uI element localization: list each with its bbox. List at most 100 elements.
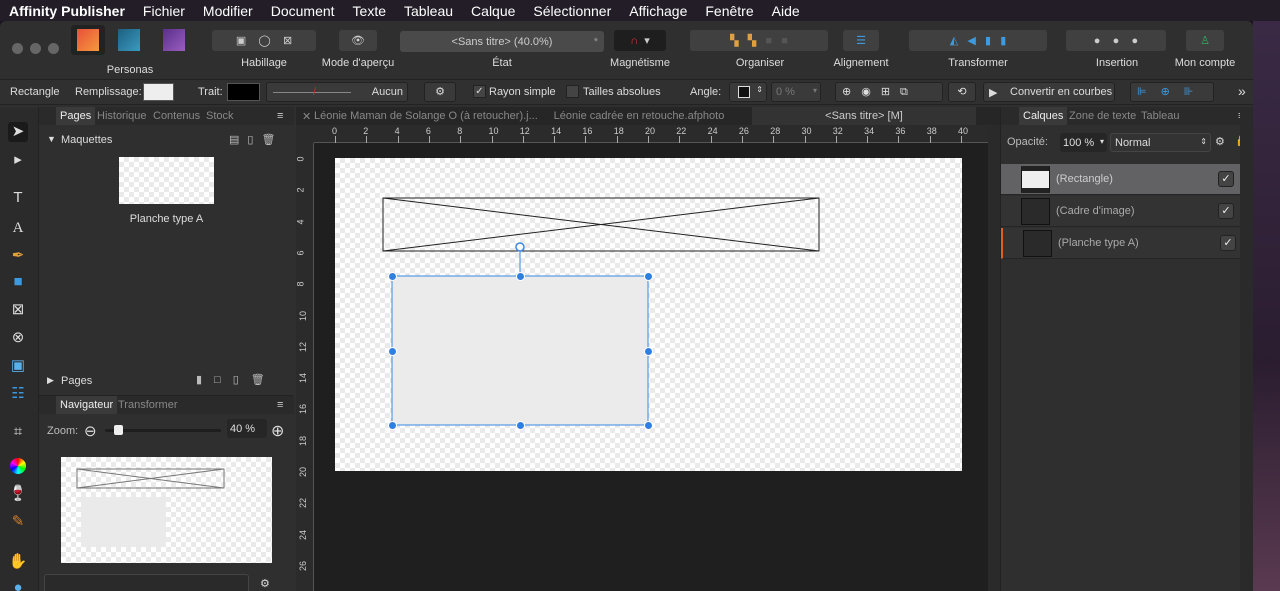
tab-historique[interactable]: Historique xyxy=(97,107,147,125)
panel-menu-icon[interactable]: ≡ xyxy=(277,107,283,125)
place-image-tool-icon[interactable]: ▣ xyxy=(8,356,28,376)
blend-mode-select[interactable]: Normal ⇕ xyxy=(1110,133,1211,152)
tab-transformer[interactable]: Transformer xyxy=(118,396,178,414)
align-buttons[interactable]: ⊫⊕⊪ xyxy=(1130,82,1214,102)
tab-calques[interactable]: Calques xyxy=(1019,107,1068,125)
spread-select[interactable] xyxy=(44,574,249,591)
move-tool-icon[interactable]: ➤ xyxy=(8,122,28,142)
menu-fichier[interactable]: Fichier xyxy=(143,3,185,19)
panel-scrollbar[interactable] xyxy=(1240,107,1253,591)
zoom-slider[interactable] xyxy=(105,425,221,435)
persona-publisher[interactable] xyxy=(71,25,105,55)
align-button[interactable]: ☰ xyxy=(843,30,879,51)
master-actions[interactable]: ▤▯🗑 xyxy=(229,133,283,146)
zoom-in-icon[interactable]: ⊕ xyxy=(271,421,284,441)
menu-document[interactable]: Document xyxy=(271,3,335,19)
snapping-button[interactable]: ∩ ▾ xyxy=(614,30,666,51)
transform-origin-buttons[interactable]: ⊕◉⊞⧉ xyxy=(835,82,943,102)
hand-tool-icon[interactable]: ✋ xyxy=(8,552,28,572)
vertical-ruler[interactable]: 0 2 4 6 8 10 12 14 16 18 20 22 24 26 xyxy=(296,143,314,591)
state-field[interactable]: <Sans titre> (40.0%) * xyxy=(400,31,604,52)
crop-tool-icon[interactable]: ⌗ xyxy=(8,422,28,442)
artistic-text-tool-icon[interactable]: A xyxy=(8,218,28,238)
menu-selectionner[interactable]: Sélectionner xyxy=(533,3,611,19)
menu-modifier[interactable]: Modifier xyxy=(203,3,253,19)
fill-swatch[interactable] xyxy=(143,83,174,101)
layer-visibility-checkbox[interactable]: ✓ xyxy=(1218,171,1234,187)
layer-row[interactable]: (Rectangle) ✓ xyxy=(1001,164,1241,195)
node-tool-icon[interactable]: ▸ xyxy=(8,150,28,170)
table-tool-icon[interactable]: ☷ xyxy=(8,384,28,404)
tab-zone-de-texte[interactable]: Zone de texte xyxy=(1069,107,1136,125)
preview-mode-button[interactable]: 👁 xyxy=(339,30,377,51)
rotation-handle[interactable] xyxy=(515,242,525,252)
more-button[interactable]: » xyxy=(1238,83,1246,99)
navigator-preview[interactable] xyxy=(61,457,272,563)
ellipse-frame-tool-icon[interactable]: ⊗ xyxy=(8,328,28,348)
stroke-width-slider[interactable]: / Aucun xyxy=(266,82,408,102)
color-picker-icon[interactable] xyxy=(10,458,26,474)
expand-icon[interactable]: ▶ xyxy=(47,375,54,386)
tab-contenus[interactable]: Contenus xyxy=(153,107,200,125)
persona-photo[interactable] xyxy=(163,29,185,51)
zoom-value-field[interactable]: 40 % xyxy=(227,419,267,438)
resize-handle[interactable] xyxy=(643,346,653,356)
resize-handle[interactable] xyxy=(515,271,525,281)
tab-stock[interactable]: Stock xyxy=(206,107,234,125)
convert-to-curves-button[interactable]: ▶ Convertir en courbes xyxy=(983,82,1115,102)
app-menu[interactable]: Affinity Publisher xyxy=(9,3,125,19)
image-frame[interactable] xyxy=(382,197,820,252)
rotate-button[interactable]: ⟲ xyxy=(948,82,976,102)
stroke-swatch[interactable] xyxy=(227,83,260,101)
persona-designer[interactable] xyxy=(118,29,140,51)
tab-pages[interactable]: Pages xyxy=(56,107,96,125)
tab-tableau[interactable]: Tableau xyxy=(1141,107,1180,125)
corner-percent-field[interactable]: 0 % ▾ xyxy=(771,82,821,102)
layer-visibility-checkbox[interactable]: ✓ xyxy=(1220,235,1236,251)
resize-handle[interactable] xyxy=(387,346,397,356)
habillage-buttons[interactable]: ▣ ◯ ⊠ xyxy=(212,30,316,51)
rayon-simple-checkbox[interactable]: ✓ xyxy=(473,85,486,98)
doc-tab-1[interactable]: Léonie Maman de Solange O (à retoucher).… xyxy=(314,110,538,122)
doc-tab-3[interactable]: <Sans titre> [M] xyxy=(752,107,976,125)
resize-handle[interactable] xyxy=(643,420,653,430)
page-actions[interactable]: ▮□▯🗑 xyxy=(196,373,277,386)
canvas[interactable] xyxy=(314,143,988,591)
transparency-tool-icon[interactable]: 🍷 xyxy=(8,484,28,504)
settings-button[interactable]: ⚙ xyxy=(424,82,456,102)
menu-aide[interactable]: Aide xyxy=(772,3,800,19)
panel-menu-icon[interactable]: ≡ xyxy=(277,396,283,414)
text-frame-tool-icon[interactable]: T xyxy=(8,188,28,208)
tab-navigateur[interactable]: Navigateur xyxy=(56,396,118,414)
horizontal-ruler[interactable]: 024681012141618202224262830323436384042 xyxy=(314,125,1000,143)
resize-handle[interactable] xyxy=(387,420,397,430)
doc-tab-2[interactable]: Léonie cadrée en retouche.afphoto xyxy=(526,110,752,122)
gear-icon[interactable]: ⚙ xyxy=(260,577,270,590)
arrange-buttons[interactable]: ▚ ▚ ■ ■ xyxy=(690,30,828,51)
menu-fenetre[interactable]: Fenêtre xyxy=(705,3,753,19)
menu-affichage[interactable]: Affichage xyxy=(629,3,687,19)
menu-calque[interactable]: Calque xyxy=(471,3,515,19)
close-tab-icon[interactable]: ✕ xyxy=(302,110,311,123)
collapse-icon[interactable]: ▼ xyxy=(47,134,56,144)
zoom-slider-thumb[interactable] xyxy=(114,425,124,435)
resize-handle[interactable] xyxy=(643,271,653,281)
zoom-out-icon[interactable]: ⊖ xyxy=(84,422,97,440)
account-button[interactable]: ♙ xyxy=(1186,30,1224,51)
resize-handle[interactable] xyxy=(387,271,397,281)
rectangle-tool-icon[interactable]: ■ xyxy=(8,272,28,292)
layer-visibility-checkbox[interactable]: ✓ xyxy=(1218,203,1234,219)
gear-icon[interactable]: ⚙ xyxy=(1215,135,1225,148)
layer-row[interactable]: (Planche type A) ✓ xyxy=(1001,228,1241,259)
tailles-absolues-checkbox[interactable] xyxy=(566,85,579,98)
opacity-field[interactable]: 100 % ▾ xyxy=(1060,133,1107,152)
window-controls[interactable] xyxy=(12,43,62,55)
resize-handle[interactable] xyxy=(515,420,525,430)
pen-tool-icon[interactable]: ✒ xyxy=(8,246,28,266)
picture-frame-tool-icon[interactable]: ⊠ xyxy=(8,300,28,320)
selected-rectangle[interactable] xyxy=(391,275,649,426)
eyedropper-icon[interactable]: ✎ xyxy=(8,512,28,532)
menu-texte[interactable]: Texte xyxy=(353,3,386,19)
zoom-tool-icon[interactable]: ● xyxy=(8,578,28,591)
menu-tableau[interactable]: Tableau xyxy=(404,3,453,19)
